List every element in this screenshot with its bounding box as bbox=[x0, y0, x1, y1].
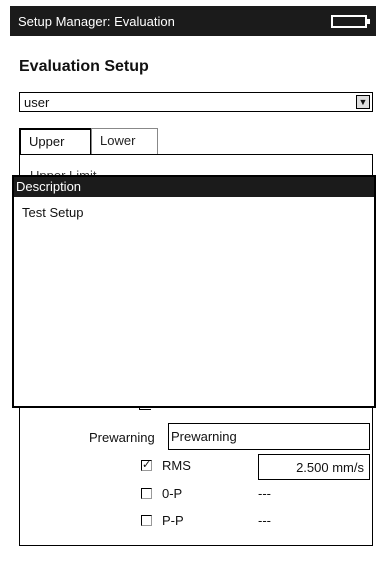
setup-select-value: user bbox=[24, 95, 50, 110]
rms-value-field[interactable]: 2.500 mm/s bbox=[258, 454, 370, 480]
pp-value: --- bbox=[258, 513, 271, 528]
battery-icon bbox=[331, 15, 370, 28]
rms-checkbox[interactable]: ✓ bbox=[141, 460, 152, 471]
rms-label: RMS bbox=[162, 458, 191, 473]
pp-checkbox[interactable] bbox=[141, 515, 152, 526]
0p-checkbox[interactable] bbox=[141, 488, 152, 499]
pp-label: P-P bbox=[162, 513, 184, 528]
window-title: Setup Manager: Evaluation bbox=[18, 14, 175, 29]
description-header: Description bbox=[14, 177, 374, 197]
prewarning-label: Prewarning bbox=[89, 430, 155, 445]
0p-value: --- bbox=[258, 486, 271, 501]
0p-label: 0-P bbox=[162, 486, 183, 501]
setup-select[interactable]: user ▼ bbox=[19, 92, 373, 112]
description-popup[interactable]: Description Test Setup bbox=[12, 175, 376, 408]
tab-lower[interactable]: Lower bbox=[91, 128, 158, 154]
prewarning-name-field[interactable]: Prewarning bbox=[168, 423, 370, 450]
tab-upper[interactable]: Upper bbox=[19, 128, 92, 154]
title-bar: Setup Manager: Evaluation bbox=[10, 6, 376, 36]
dropdown-arrow-icon[interactable]: ▼ bbox=[356, 95, 370, 109]
page-heading: Evaluation Setup bbox=[19, 58, 149, 75]
description-text[interactable]: Test Setup bbox=[14, 197, 374, 228]
